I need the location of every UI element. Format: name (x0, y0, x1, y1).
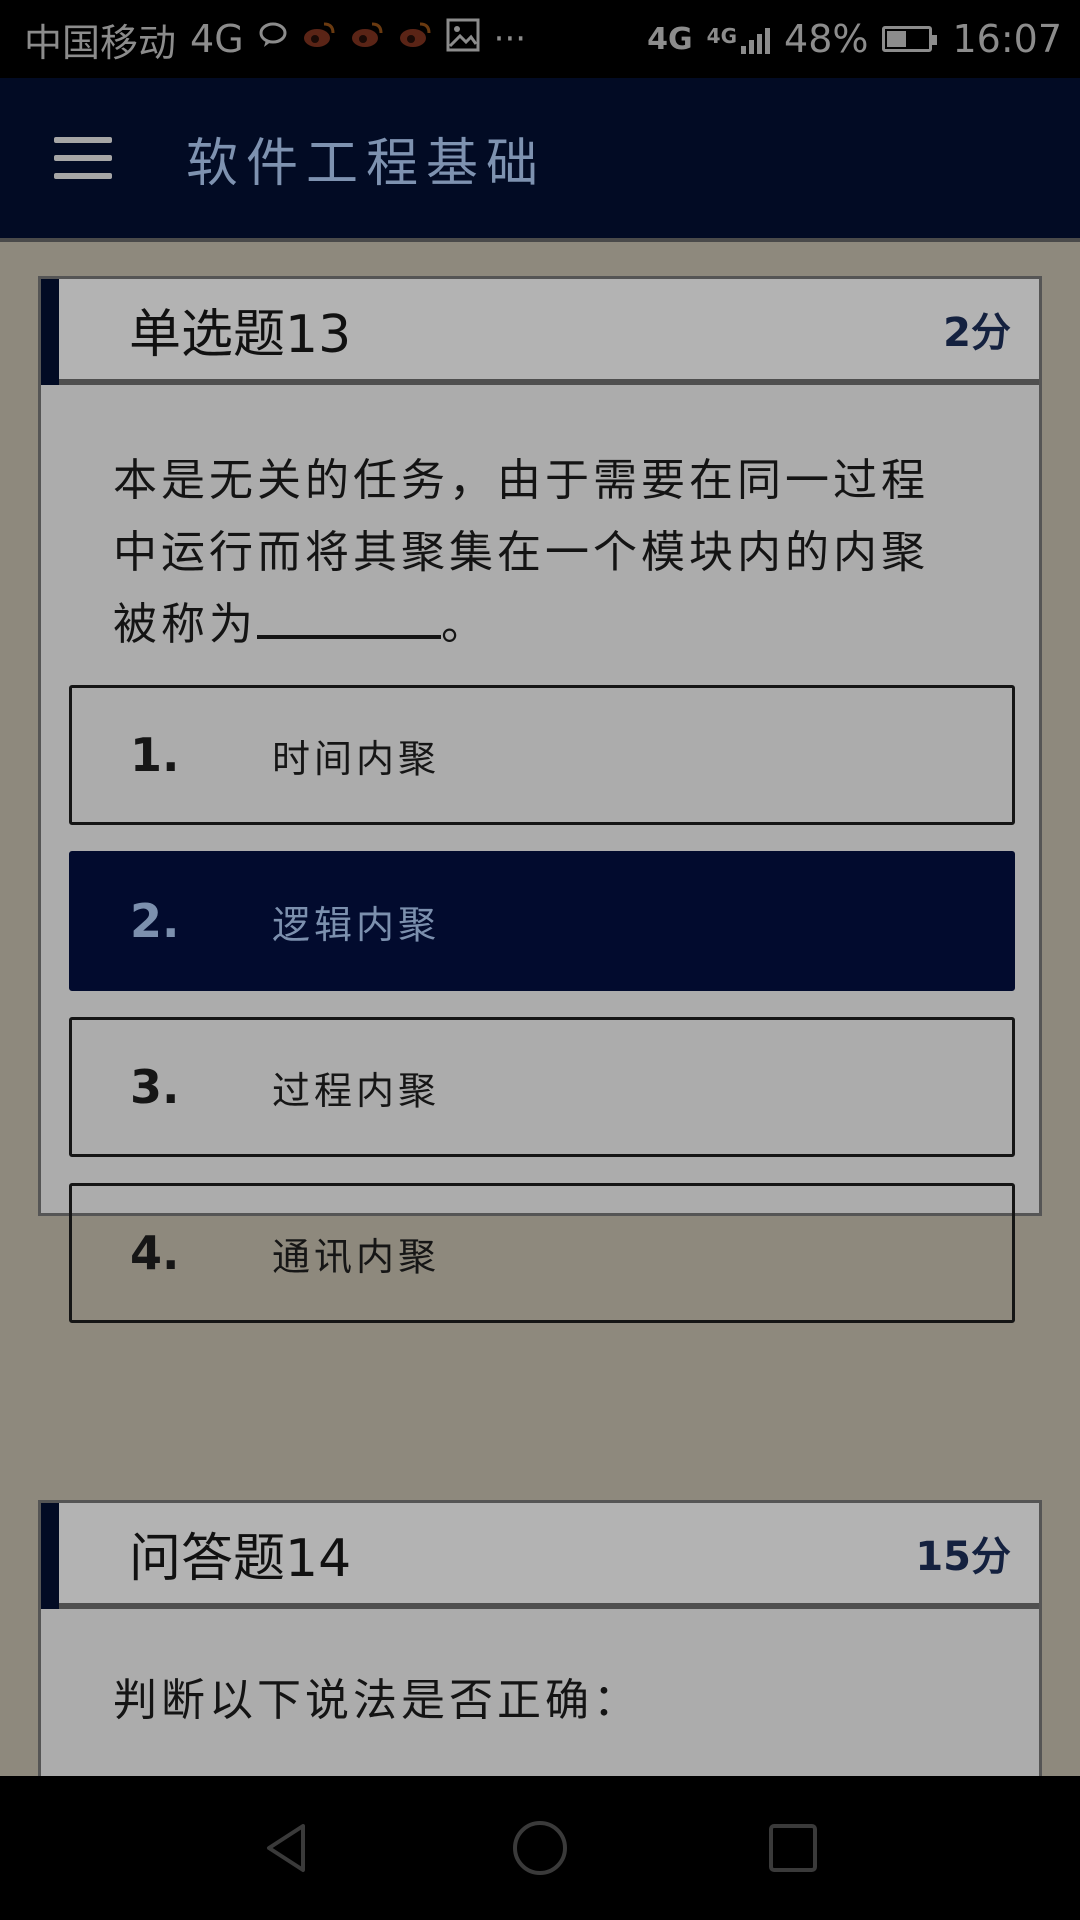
option-label: 时间内聚 (272, 736, 441, 781)
chat-bubble-icon (258, 19, 288, 59)
signal-icon: 4G (706, 24, 771, 54)
option-number: 2. (130, 894, 180, 948)
option-label: 过程内聚 (272, 1068, 441, 1113)
option-number: 1. (130, 728, 180, 782)
question-card: 单选题13 2分 本是无关的任务，由于需要在同一过程中运行而将其聚集在一个模块内… (38, 276, 1042, 1323)
question-score: 2分 (943, 310, 1011, 356)
question-header: 单选题13 2分 (41, 279, 1039, 385)
option-1[interactable]: 1. 时间内聚 (69, 685, 1015, 825)
navigation-bar (0, 1776, 1080, 1920)
battery-percent-label: 48% (784, 17, 869, 61)
question-score: 15分 (915, 1534, 1011, 1580)
option-4[interactable]: 4. 通讯内聚 (69, 1183, 1015, 1323)
battery-fill (887, 31, 907, 47)
carrier-label: 中国移动 (24, 20, 177, 65)
recent-apps-icon[interactable] (763, 1818, 823, 1878)
question-text: 判断以下说法是否正确： (41, 1609, 1039, 1737)
weibo-icon (398, 19, 432, 59)
battery-icon (882, 26, 938, 52)
question-body: 本是无关的任务，由于需要在同一过程中运行而将其聚集在一个模块内的内聚被称为 (113, 455, 929, 650)
question-card: 问答题14 15分 判断以下说法是否正确： (38, 1500, 1042, 1776)
more-notifications-icon: ··· (493, 19, 527, 59)
question-title: 单选题13 (129, 304, 352, 365)
network-label: 4G (190, 17, 244, 61)
image-icon (446, 18, 480, 61)
option-number: 3. (130, 1060, 180, 1114)
status-left: 中国移动 4G ··· (24, 12, 526, 67)
question-text: 本是无关的任务，由于需要在同一过程中运行而将其聚集在一个模块内的内聚被称为。 (41, 385, 1039, 661)
question-title: 问答题14 (129, 1528, 352, 1589)
network-4g-small-label: 4G (706, 24, 738, 48)
answer-blank (257, 595, 441, 639)
weibo-icon (302, 19, 336, 59)
screen: 中国移动 4G ··· 4G 4G 48% 16:07 软件工程基础 单选题13… (0, 0, 1080, 1920)
option-label: 通讯内聚 (272, 1234, 441, 1279)
home-icon[interactable] (510, 1818, 570, 1878)
back-icon[interactable] (257, 1818, 317, 1878)
option-number: 4. (130, 1226, 180, 1280)
weibo-icon (350, 19, 384, 59)
question-suffix: 。 (441, 599, 489, 650)
option-3[interactable]: 3. 过程内聚 (69, 1017, 1015, 1157)
network-4g-label: 4G (647, 21, 693, 57)
option-2-selected[interactable]: 2. 逻辑内聚 (69, 851, 1015, 991)
question-header: 问答题14 15分 (41, 1503, 1039, 1609)
status-bar: 中国移动 4G ··· 4G 4G 48% 16:07 (0, 0, 1080, 78)
option-list: 1. 时间内聚 2. 逻辑内聚 3. 过程内聚 4. 通讯内聚 (69, 685, 1015, 1349)
clock-label: 16:07 (952, 17, 1062, 61)
page-title: 软件工程基础 (186, 133, 547, 194)
menu-icon[interactable] (54, 137, 112, 179)
app-bar: 软件工程基础 (0, 78, 1080, 242)
option-label: 逻辑内聚 (272, 902, 441, 947)
question-body: 判断以下说法是否正确： (113, 1675, 641, 1726)
question-list[interactable]: 单选题13 2分 本是无关的任务，由于需要在同一过程中运行而将其聚集在一个模块内… (0, 246, 1080, 1776)
status-right: 4G 4G 48% 16:07 (647, 17, 1062, 61)
